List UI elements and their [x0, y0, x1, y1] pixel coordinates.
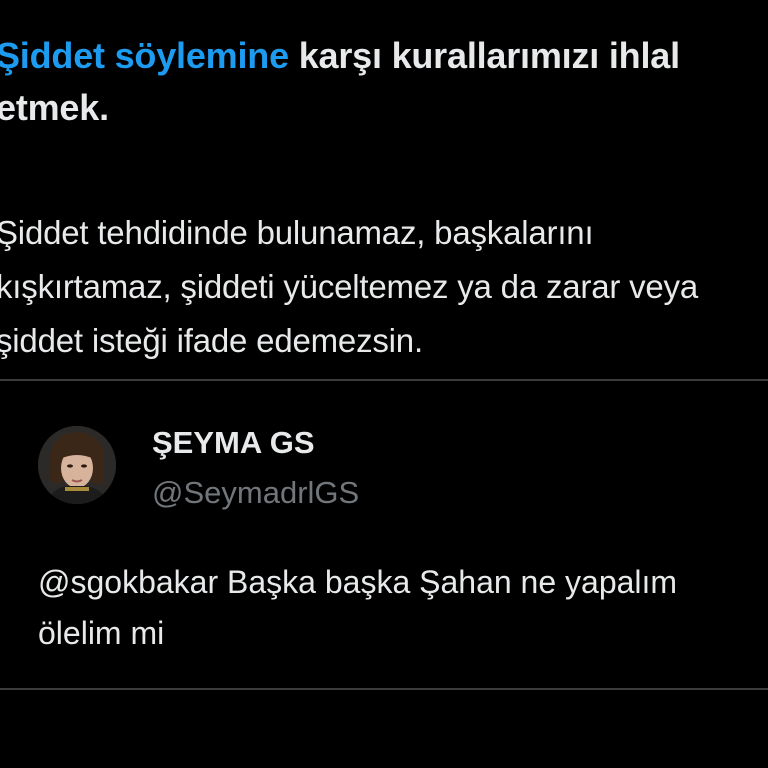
display-name[interactable]: ŞEYMA GS	[152, 425, 315, 461]
violent-speech-rule-link[interactable]: Şiddet söylemine	[0, 35, 289, 76]
tweet-text: @sgokbakar Başka başka Şahan ne yapalım …	[38, 564, 678, 651]
avatar[interactable]	[38, 426, 116, 504]
violation-notice: Şiddet söylemine karşı kurallarımızı ihl…	[0, 30, 766, 359]
violation-description: Şiddet tehdidinde bulunamaz, başkalarını…	[0, 214, 699, 359]
violation-heading: Şiddet söylemine karşı kurallarımızı ihl…	[0, 30, 766, 134]
divider	[0, 688, 768, 690]
user-handle[interactable]: @SeymadrlGS	[152, 475, 359, 511]
quoted-tweet[interactable]: ŞEYMA GS @SeymadrlGS @sgokbakar Başka ba…	[0, 381, 768, 688]
avatar-portrait-icon	[38, 426, 116, 504]
